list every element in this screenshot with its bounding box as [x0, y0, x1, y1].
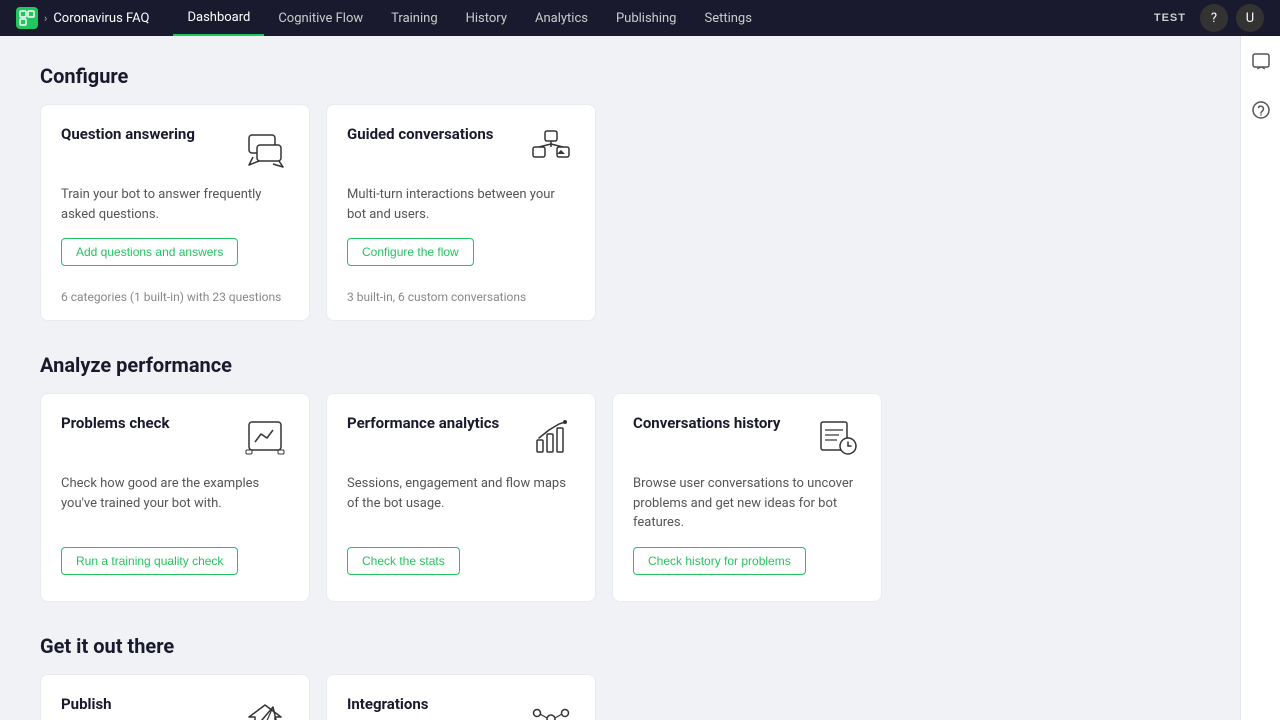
add-questions-button[interactable]: Add questions and answers — [61, 238, 238, 266]
ch-card-icon — [813, 414, 861, 462]
qa-card-header: Question answering — [61, 125, 289, 173]
ch-card-title: Conversations history — [633, 414, 780, 432]
analyze-title: Analyze performance — [40, 353, 1200, 377]
pc-card-icon — [241, 414, 289, 462]
pub-card-icon — [241, 695, 289, 720]
int-card-icon — [527, 695, 575, 720]
nav-settings[interactable]: Settings — [690, 0, 765, 36]
brand-icon — [16, 7, 38, 29]
user-avatar[interactable]: U — [1236, 4, 1264, 32]
test-button[interactable]: TEST — [1148, 10, 1192, 26]
gc-card-icon — [527, 125, 575, 173]
ch-card-header: Conversations history — [633, 414, 861, 462]
pa-card-title: Performance analytics — [347, 414, 499, 432]
nav-training[interactable]: Training — [377, 0, 451, 36]
chat-icon[interactable] — [1247, 48, 1275, 76]
pc-card-desc: Check how good are the examples you've t… — [61, 474, 289, 533]
configure-cards-row: Question answering Train your bot to ans… — [40, 104, 1200, 321]
nav-publishing[interactable]: Publishing — [602, 0, 691, 36]
gc-card-desc: Multi-turn interactions between your bot… — [347, 185, 575, 224]
guided-conversations-card: Guided conversations — [326, 104, 596, 321]
pub-card-title: Publish — [61, 695, 112, 713]
gc-card-footer: 3 built-in, 6 custom conversations — [347, 282, 575, 304]
main-layout: Configure Question answering — [0, 36, 1280, 720]
analyze-section: Analyze performance Problems check — [40, 353, 1200, 602]
nav-links: Dashboard Cognitive Flow Training Histor… — [173, 0, 1147, 36]
check-history-button[interactable]: Check history for problems — [633, 547, 806, 575]
breadcrumb-label: Coronavirus FAQ — [53, 11, 149, 26]
nav-right: TEST ? U — [1148, 4, 1264, 32]
top-navigation: › Coronavirus FAQ Dashboard Cognitive Fl… — [0, 0, 1280, 36]
analyze-cards-row: Problems check Check how good are the — [40, 393, 1200, 602]
getitout-section: Get it out there Publish — [40, 634, 1200, 720]
question-answering-card: Question answering Train your bot to ans… — [40, 104, 310, 321]
qa-card-icon — [241, 125, 289, 173]
qa-card-title: Question answering — [61, 125, 195, 143]
right-sidebar — [1240, 36, 1280, 720]
main-content: Configure Question answering — [0, 36, 1240, 720]
pc-card-header: Problems check — [61, 414, 289, 462]
performance-analytics-card: Performance analytics Sessions, engage — [326, 393, 596, 602]
run-quality-check-button[interactable]: Run a training quality check — [61, 547, 238, 575]
question-mark-icon[interactable] — [1247, 96, 1275, 124]
configure-title: Configure — [40, 64, 1200, 88]
nav-history[interactable]: History — [452, 0, 521, 36]
conversations-history-card: Conversations history — [612, 393, 882, 602]
breadcrumb-chevron: › — [44, 12, 47, 25]
gc-card-header: Guided conversations — [347, 125, 575, 173]
nav-dashboard[interactable]: Dashboard — [173, 0, 264, 36]
help-icon[interactable]: ? — [1200, 4, 1228, 32]
check-stats-button[interactable]: Check the stats — [347, 547, 460, 575]
qa-card-footer: 6 categories (1 built-in) with 23 questi… — [61, 282, 289, 304]
configure-flow-button[interactable]: Configure the flow — [347, 238, 474, 266]
pa-card-header: Performance analytics — [347, 414, 575, 462]
qa-card-desc: Train your bot to answer frequently aske… — [61, 185, 289, 224]
integrations-card: Integrations — [326, 674, 596, 720]
int-card-header: Integrations — [347, 695, 575, 720]
publish-card: Publish Get the bot to work on your webs… — [40, 674, 310, 720]
nav-analytics[interactable]: Analytics — [521, 0, 602, 36]
getitout-title: Get it out there — [40, 634, 1200, 658]
brand-area: › Coronavirus FAQ — [16, 7, 149, 29]
ch-card-desc: Browse user conversations to uncover pro… — [633, 474, 861, 533]
pa-card-desc: Sessions, engagement and flow maps of th… — [347, 474, 575, 533]
pc-card-title: Problems check — [61, 414, 169, 432]
pub-card-header: Publish — [61, 695, 289, 720]
gc-card-title: Guided conversations — [347, 125, 493, 143]
nav-cognitive-flow[interactable]: Cognitive Flow — [264, 0, 377, 36]
configure-section: Configure Question answering — [40, 64, 1200, 321]
pa-card-icon — [527, 414, 575, 462]
problems-check-card: Problems check Check how good are the — [40, 393, 310, 602]
getitout-cards-row: Publish Get the bot to work on your webs… — [40, 674, 1200, 720]
int-card-title: Integrations — [347, 695, 428, 713]
